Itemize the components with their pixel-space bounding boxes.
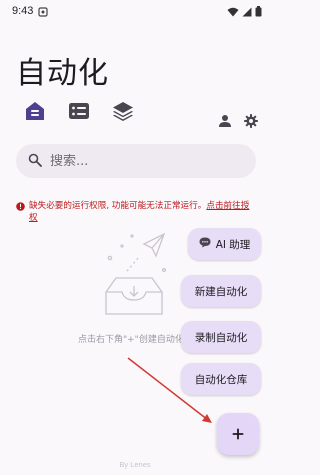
nav-tabs [22,100,136,126]
battery-icon [255,2,262,21]
layers-icon [112,100,134,126]
record-automation-button[interactable]: 录制自动化 [181,321,261,353]
gear-icon[interactable] [244,114,258,128]
automation-repository-button[interactable]: 自动化仓库 [181,363,261,395]
chat-bubble-icon [199,237,211,251]
status-left: 9:43 [12,2,49,21]
warning-icon [16,202,25,224]
automation-repository-label: 自动化仓库 [194,373,248,386]
home-icon [24,100,46,126]
status-bar: 9:43 [0,0,270,22]
signal-icon [242,2,252,21]
notification-icon [38,2,49,21]
empty-hint: 点击右下角"+"创建自动化 [78,335,184,345]
top-actions [218,114,258,128]
wifi-icon [227,2,239,21]
ai-assistant-button[interactable]: AI 助理 [188,228,261,260]
search-icon [28,152,42,171]
list-icon [68,100,90,126]
search-bar[interactable] [16,144,256,178]
permission-warning: 缺失必要的运行权限, 功能可能无法正常运行。点击前往授权 [16,200,252,224]
add-fab-button[interactable] [217,413,259,455]
search-input[interactable] [50,153,230,169]
tab-list[interactable] [66,100,92,126]
new-automation-label: 新建自动化 [194,285,248,298]
warning-message: 缺失必要的运行权限, 功能可能无法正常运行。 [29,201,207,211]
record-automation-label: 录制自动化 [194,331,248,344]
footer-credit: By Lenes [119,460,151,469]
status-time: 9:43 [12,5,34,17]
tab-home[interactable] [22,100,48,126]
page-title: 自动化 [16,56,109,91]
person-icon[interactable] [218,114,232,128]
status-right [227,2,262,21]
plus-icon [232,425,244,444]
new-automation-button[interactable]: 新建自动化 [181,275,261,307]
warning-text: 缺失必要的运行权限, 功能可能无法正常运行。点击前往授权 [29,200,252,224]
tab-layers[interactable] [110,100,136,126]
empty-inbox-illustration [98,228,174,328]
ai-assistant-label: AI 助理 [215,238,251,251]
